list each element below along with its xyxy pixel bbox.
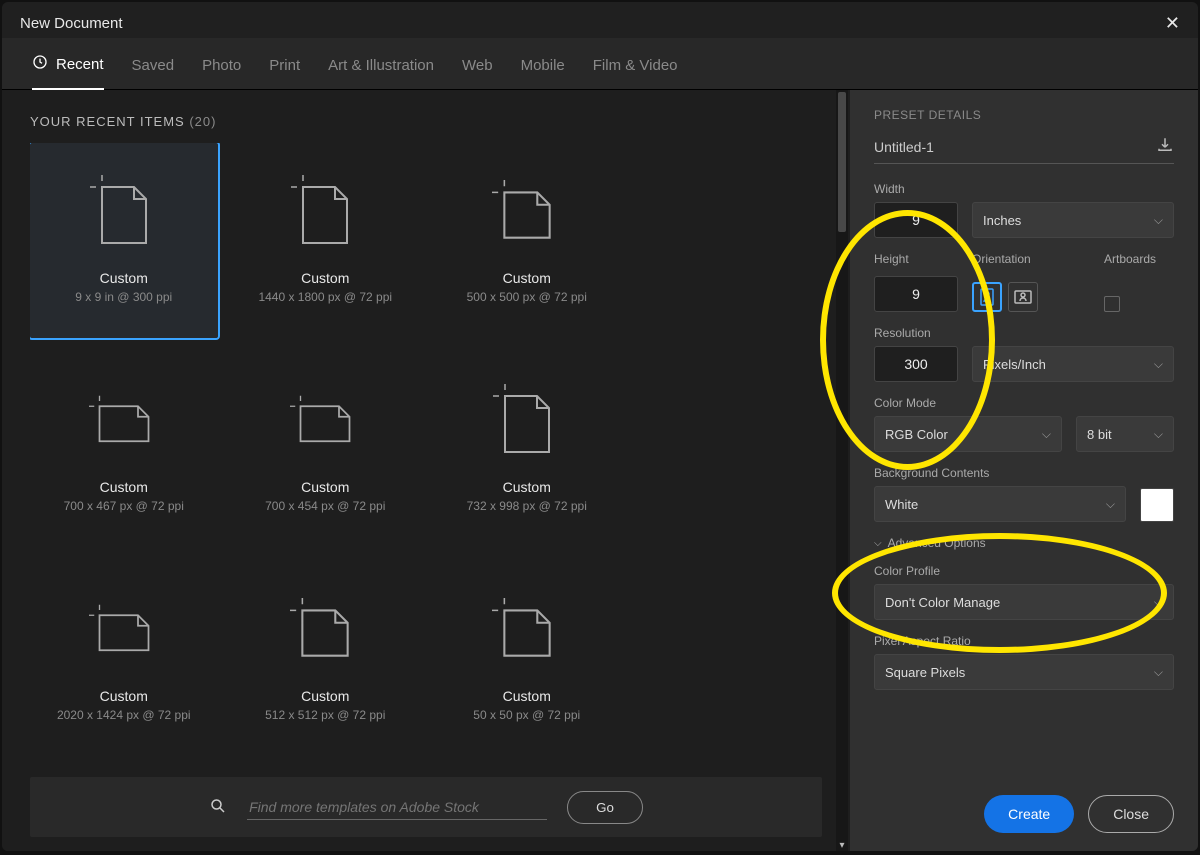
preset-size: 9 x 9 in @ 300 ppi bbox=[75, 290, 172, 304]
colormode-label: Color Mode bbox=[874, 396, 1174, 410]
preset-tile[interactable]: Custom 700 x 454 px @ 72 ppi bbox=[232, 352, 420, 547]
clock-icon bbox=[32, 54, 48, 74]
preset-label: Custom bbox=[301, 479, 349, 495]
tab-mobile[interactable]: Mobile bbox=[521, 47, 565, 88]
tab-recent[interactable]: Recent bbox=[32, 44, 104, 91]
document-name[interactable]: Untitled-1 bbox=[874, 139, 934, 155]
advanced-options-toggle[interactable]: ⌵ Advanced Options bbox=[874, 536, 1174, 550]
preset-label: Custom bbox=[503, 270, 551, 286]
document-icon bbox=[290, 178, 360, 248]
preset-size: 512 x 512 px @ 72 ppi bbox=[265, 708, 385, 722]
category-tabs: Recent Saved Photo Print Art & Illustrat… bbox=[2, 38, 1198, 90]
resolution-label: Resolution bbox=[874, 326, 1174, 340]
document-icon bbox=[89, 596, 159, 666]
artboards-label: Artboards bbox=[1104, 252, 1174, 266]
chevron-down-icon: ⌵ bbox=[1154, 213, 1163, 228]
preset-tile[interactable]: Custom 9 x 9 in @ 300 ppi bbox=[30, 143, 218, 338]
preset-size: 700 x 467 px @ 72 ppi bbox=[64, 499, 184, 513]
resolution-unit-select[interactable]: Pixels/Inch⌵ bbox=[972, 346, 1174, 382]
preset-label: Custom bbox=[503, 688, 551, 704]
document-icon bbox=[492, 596, 562, 666]
search-icon bbox=[209, 797, 227, 818]
chevron-down-icon: ⌵ bbox=[1154, 595, 1163, 610]
preset-tile[interactable]: Custom 500 x 500 px @ 72 ppi bbox=[433, 143, 621, 338]
tab-web[interactable]: Web bbox=[462, 47, 493, 88]
scrollbar-thumb[interactable] bbox=[838, 92, 846, 232]
chevron-down-icon: ⌵ bbox=[1042, 427, 1051, 442]
go-button[interactable]: Go bbox=[567, 791, 643, 824]
width-input[interactable] bbox=[874, 202, 958, 238]
save-preset-icon[interactable] bbox=[1156, 136, 1174, 157]
preset-grid: Custom 9 x 9 in @ 300 ppi Custom 1440 x … bbox=[30, 143, 822, 743]
preset-label: Custom bbox=[100, 479, 148, 495]
document-icon bbox=[89, 178, 159, 248]
document-icon bbox=[290, 596, 360, 666]
stock-search-bar: Go bbox=[30, 777, 822, 837]
preset-size: 2020 x 1424 px @ 72 ppi bbox=[57, 708, 191, 722]
preset-label: Custom bbox=[301, 270, 349, 286]
preset-tile[interactable]: Custom 2020 x 1424 px @ 72 ppi bbox=[30, 561, 218, 743]
document-icon bbox=[290, 387, 360, 457]
tab-film[interactable]: Film & Video bbox=[593, 47, 678, 88]
close-icon[interactable]: ✕ bbox=[1165, 13, 1180, 34]
artboards-checkbox[interactable] bbox=[1104, 296, 1120, 312]
preset-details-header: PRESET DETAILS bbox=[874, 108, 1174, 122]
tab-saved[interactable]: Saved bbox=[132, 47, 175, 88]
document-icon bbox=[89, 387, 159, 457]
scrollbar-down-icon[interactable]: ▾ bbox=[836, 839, 848, 851]
background-label: Background Contents bbox=[874, 466, 1174, 480]
colorprofile-label: Color Profile bbox=[874, 564, 1174, 578]
height-input[interactable] bbox=[874, 276, 958, 312]
chevron-down-icon: ⌵ bbox=[1154, 427, 1163, 442]
height-label: Height bbox=[874, 252, 958, 266]
preset-tile[interactable]: Custom 512 x 512 px @ 72 ppi bbox=[232, 561, 420, 743]
colormode-select[interactable]: RGB Color⌵ bbox=[874, 416, 1062, 452]
close-button[interactable]: Close bbox=[1088, 795, 1174, 833]
resolution-input[interactable] bbox=[874, 346, 958, 382]
preset-tile[interactable]: Custom 1440 x 1800 px @ 72 ppi bbox=[232, 143, 420, 338]
chevron-down-icon: ⌵ bbox=[874, 538, 882, 549]
scrollbar[interactable]: ▾ bbox=[836, 90, 848, 851]
window-title: New Document bbox=[20, 15, 123, 32]
tab-art[interactable]: Art & Illustration bbox=[328, 47, 434, 88]
chevron-down-icon: ⌵ bbox=[1106, 497, 1115, 512]
preset-label: Custom bbox=[100, 270, 148, 286]
background-select[interactable]: White⌵ bbox=[874, 486, 1126, 522]
tab-print[interactable]: Print bbox=[269, 47, 300, 88]
recent-items-header: YOUR RECENT ITEMS (20) bbox=[30, 114, 822, 129]
orientation-label: Orientation bbox=[972, 252, 1090, 266]
orientation-landscape[interactable] bbox=[1008, 282, 1038, 312]
pixelratio-label: Pixel Aspect Ratio bbox=[874, 634, 1174, 648]
document-icon bbox=[492, 178, 562, 248]
preset-size: 1440 x 1800 px @ 72 ppi bbox=[258, 290, 392, 304]
stock-search-input[interactable] bbox=[247, 795, 547, 820]
document-icon bbox=[492, 387, 562, 457]
preset-size: 500 x 500 px @ 72 ppi bbox=[467, 290, 587, 304]
preset-tile[interactable]: Custom 700 x 467 px @ 72 ppi bbox=[30, 352, 218, 547]
preset-tile[interactable]: Custom 732 x 998 px @ 72 ppi bbox=[433, 352, 621, 547]
color-depth-select[interactable]: 8 bit⌵ bbox=[1076, 416, 1174, 452]
preset-size: 50 x 50 px @ 72 ppi bbox=[473, 708, 580, 722]
preset-size: 700 x 454 px @ 72 ppi bbox=[265, 499, 385, 513]
chevron-down-icon: ⌵ bbox=[1154, 357, 1163, 372]
preset-label: Custom bbox=[301, 688, 349, 704]
orientation-portrait[interactable] bbox=[972, 282, 1002, 312]
background-swatch[interactable] bbox=[1140, 488, 1174, 522]
preset-size: 732 x 998 px @ 72 ppi bbox=[467, 499, 587, 513]
tab-photo[interactable]: Photo bbox=[202, 47, 241, 88]
chevron-down-icon: ⌵ bbox=[1154, 665, 1163, 680]
create-button[interactable]: Create bbox=[984, 795, 1074, 833]
colorprofile-select[interactable]: Don't Color Manage⌵ bbox=[874, 584, 1174, 620]
pixelratio-select[interactable]: Square Pixels⌵ bbox=[874, 654, 1174, 690]
width-unit-select[interactable]: Inches⌵ bbox=[972, 202, 1174, 238]
preset-label: Custom bbox=[100, 688, 148, 704]
width-label: Width bbox=[874, 182, 1174, 196]
preset-label: Custom bbox=[503, 479, 551, 495]
preset-tile[interactable]: Custom 50 x 50 px @ 72 ppi bbox=[433, 561, 621, 743]
